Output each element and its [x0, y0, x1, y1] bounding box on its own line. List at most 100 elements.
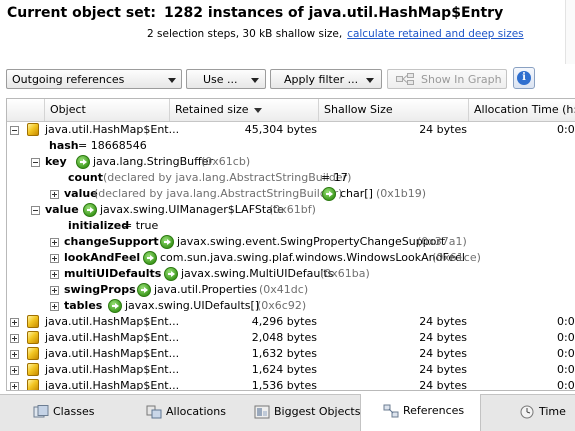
collapse-toggle[interactable]: [10, 126, 19, 135]
field-type: com.sun.java.swing.plaf.windows.WindowsL…: [160, 251, 465, 264]
sort-descending-icon: [253, 107, 262, 113]
column-header-shallow-size[interactable]: Shallow Size: [319, 99, 469, 121]
table-row[interactable]: java.util.HashMap$Ent... 1,632 bytes 24 …: [7, 346, 575, 362]
expand-toggle[interactable]: [10, 350, 19, 359]
table-row[interactable]: java.util.HashMap$Ent... 45,304 bytes 24…: [7, 122, 575, 138]
header: Current object set: 1282 instances of jav…: [0, 0, 575, 64]
field-name: value: [64, 187, 98, 200]
references-table: Object Retained size Shallow Size Alloca…: [6, 98, 575, 391]
expand-toggle[interactable]: [10, 334, 19, 343]
reference-arrow-icon: [108, 299, 122, 313]
plus-icon: [50, 190, 59, 199]
view-select[interactable]: Outgoing references: [6, 69, 182, 89]
field-name: multiUIDefaults: [64, 267, 162, 280]
object-name: java.util.HashMap$Ent...: [45, 379, 180, 391]
tab-allocations[interactable]: Allocations: [122, 395, 242, 431]
table-row[interactable]: value javax.swing.UIManager$LAFState (0x…: [7, 202, 575, 218]
allocation-time: 0:0: [557, 363, 575, 376]
field-name: initialized: [68, 219, 130, 232]
table-row[interactable]: swingProps java.util.Properties (0x41dc): [7, 282, 575, 298]
expand-toggle[interactable]: [50, 302, 59, 311]
allocation-time: 0:0: [557, 347, 575, 360]
expand-toggle[interactable]: [10, 382, 19, 390]
table-row[interactable]: java.util.HashMap$Ent... 4,296 bytes 24 …: [7, 314, 575, 330]
tab-biggest-objects-label: Biggest Objects: [274, 405, 361, 418]
field-type: java.util.Properties: [154, 283, 258, 296]
table-row[interactable]: key java.lang.StringBuffer (0x61cb): [7, 154, 575, 170]
apply-filter-button[interactable]: Apply filter ...: [270, 69, 382, 89]
info-button[interactable]: i: [513, 67, 535, 89]
reference-arrow-icon: [76, 155, 90, 169]
tab-classes-label: Classes: [53, 405, 95, 418]
expand-toggle[interactable]: [10, 366, 19, 375]
calculate-sizes-link[interactable]: calculate retained and deep sizes: [347, 28, 523, 40]
collapse-toggle[interactable]: [31, 158, 40, 167]
time-icon: [520, 405, 534, 419]
shallow-size: 24 bytes: [419, 331, 467, 344]
header-side-panel: [565, 0, 575, 64]
field-value: = true: [123, 219, 159, 232]
allocation-time: 0:0: [557, 379, 575, 391]
use-button[interactable]: Use ...: [186, 69, 266, 89]
table-row[interactable]: java.util.HashMap$Ent... 2,048 bytes 24 …: [7, 330, 575, 346]
object-id: (0x61ce): [432, 251, 481, 264]
collapse-toggle[interactable]: [31, 206, 40, 215]
object-id: (0x6c92): [257, 299, 307, 312]
expand-toggle[interactable]: [50, 238, 59, 247]
tab-references[interactable]: References: [360, 394, 481, 431]
retained-size: 1,536 bytes: [251, 379, 317, 391]
show-in-graph-button[interactable]: Show In Graph: [387, 69, 507, 89]
field-name: hash: [49, 139, 79, 152]
tab-biggest-objects[interactable]: Biggest Objects: [242, 395, 360, 431]
table-row[interactable]: java.util.HashMap$Ent... 1,624 bytes 24 …: [7, 362, 575, 378]
subtitle: 2 selection steps, 30 kB shallow size, ca…: [147, 28, 524, 40]
view-tabs: Classes Allocations Biggest Objects Refe…: [0, 394, 575, 431]
expand-toggle[interactable]: [50, 254, 59, 263]
page-title: Current object set: 1282 instances of jav…: [7, 5, 503, 21]
chevron-down-icon: [168, 78, 176, 83]
table-row[interactable]: value (declared by java.lang.AbstractStr…: [7, 186, 575, 202]
table-row[interactable]: initialized = true: [7, 218, 575, 234]
retained-size: 1,632 bytes: [251, 347, 317, 360]
expand-toggle[interactable]: [10, 318, 19, 327]
declared-by: (declared by java.lang.AbstractStringBui…: [103, 171, 352, 184]
field-type: javax.swing.MultiUIDefaults: [181, 267, 334, 280]
table-header: Object Retained size Shallow Size Alloca…: [7, 99, 575, 122]
field-name: key: [45, 155, 67, 168]
retained-size: 4,296 bytes: [251, 315, 317, 328]
instance-icon: [27, 347, 39, 360]
table-row[interactable]: changeSupport javax.swing.event.SwingPro…: [7, 234, 575, 250]
instance-icon: [27, 315, 39, 328]
table-body: java.util.HashMap$Ent... 45,304 bytes 24…: [7, 122, 575, 391]
info-icon: i: [517, 71, 531, 85]
column-header-retained-size[interactable]: Retained size: [170, 99, 319, 121]
expand-toggle[interactable]: [50, 270, 59, 279]
table-row[interactable]: multiUIDefaults javax.swing.MultiUIDefau…: [7, 266, 575, 282]
object-id: (0x61bf): [269, 203, 316, 216]
table-row[interactable]: java.util.HashMap$Ent... 1,536 bytes 24 …: [7, 378, 575, 391]
table-row[interactable]: tables javax.swing.UIDefaults[] (0x6c92): [7, 298, 575, 314]
object-id: (0x41dc): [259, 283, 309, 296]
shallow-size: 24 bytes: [419, 347, 467, 360]
retained-size: 2,048 bytes: [251, 331, 317, 344]
instance-icon: [27, 379, 39, 390]
table-row[interactable]: hash = 18668546: [7, 138, 575, 154]
column-header-allocation-time[interactable]: Allocation Time (h:m:s): [469, 99, 575, 121]
object-name: java.util.HashMap$Ent...: [45, 363, 180, 376]
column-header-tree: [7, 99, 45, 121]
object-id: (0x1b19): [376, 187, 427, 200]
tab-classes[interactable]: Classes: [0, 395, 122, 431]
table-row[interactable]: lookAndFeel com.sun.java.swing.plaf.wind…: [7, 250, 575, 266]
instance-icon: [27, 363, 39, 376]
references-icon: [383, 404, 399, 418]
allocation-time: 0:0: [557, 331, 575, 344]
field-name: count: [68, 171, 103, 184]
biggest-objects-icon: [254, 405, 270, 419]
tab-time[interactable]: Time: [481, 395, 575, 431]
table-row[interactable]: count (declared by java.lang.AbstractStr…: [7, 170, 575, 186]
use-button-label: Use ...: [203, 73, 238, 86]
object-name: java.util.HashMap$Ent...: [45, 331, 180, 344]
expand-toggle[interactable]: [50, 286, 59, 295]
column-header-object[interactable]: Object: [45, 99, 170, 121]
show-in-graph-label: Show In Graph: [421, 73, 502, 86]
